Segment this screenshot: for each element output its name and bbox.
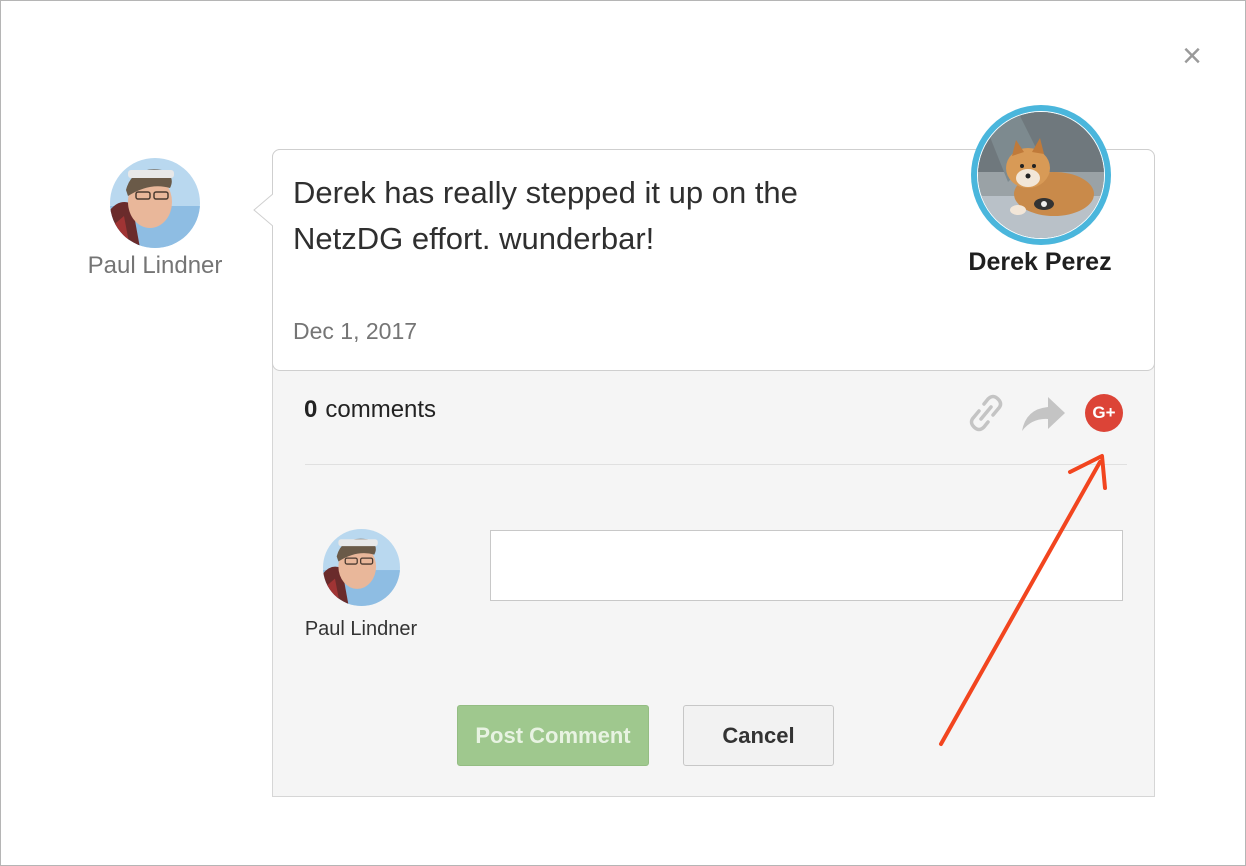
post-date: Dec 1, 2017 [293, 318, 418, 344]
post-message: Derek has really stepped it up on the Ne… [293, 175, 798, 256]
recipient-avatar-image [978, 112, 1104, 238]
commenter-avatar [323, 529, 400, 606]
close-icon[interactable]: × [1176, 39, 1208, 73]
cancel-button[interactable]: Cancel [683, 705, 834, 766]
comments-count: 0 comments [304, 396, 436, 424]
share-icon[interactable] [1020, 393, 1066, 433]
commenter-avatar-image [323, 529, 400, 606]
post-comment-button[interactable]: Post Comment [457, 705, 649, 766]
link-icon[interactable] [968, 394, 1004, 432]
recipient-avatar[interactable] [971, 105, 1111, 245]
comments-count-number: 0 [304, 396, 318, 423]
author-avatar[interactable] [110, 158, 200, 248]
comment-input[interactable] [490, 530, 1123, 601]
divider [305, 464, 1127, 465]
commenter-name: Paul Lindner [304, 618, 418, 640]
author-avatar-image [110, 158, 200, 248]
comments-count-label: comments [325, 396, 437, 423]
recipient-name[interactable]: Derek Perez [940, 248, 1140, 277]
google-plus-label: G+ [1092, 403, 1116, 422]
author-name[interactable]: Paul Lindner [70, 252, 240, 280]
speech-pointer [253, 193, 274, 227]
google-plus-icon[interactable]: G+ [1085, 394, 1123, 432]
